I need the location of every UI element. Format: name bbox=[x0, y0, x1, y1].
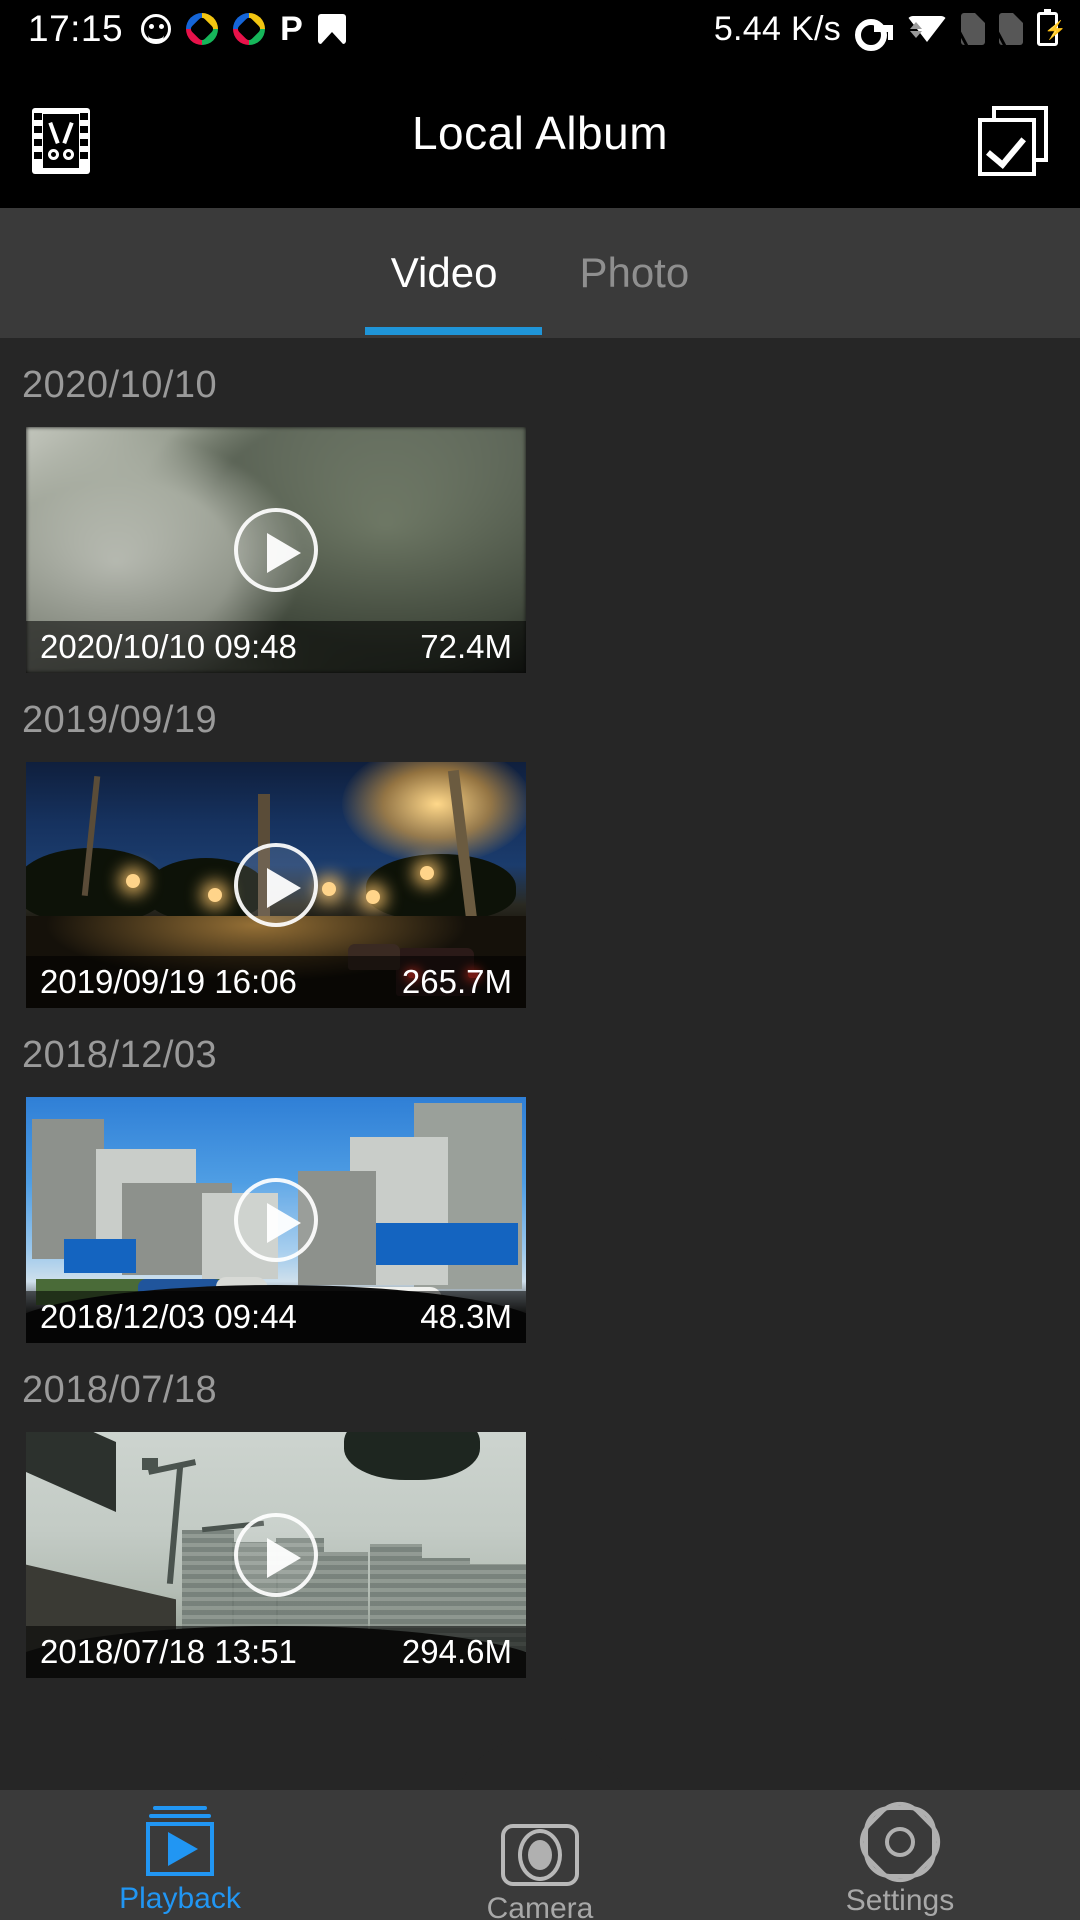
nav-item-settings[interactable]: Settings bbox=[800, 1790, 1000, 1918]
date-header: 2019/09/19 bbox=[22, 699, 218, 741]
pinwheel-logo-icon bbox=[186, 13, 219, 45]
pinwheel-logo-icon bbox=[233, 13, 266, 45]
smiley-icon bbox=[141, 14, 172, 44]
tab-active-indicator bbox=[365, 327, 542, 335]
status-right-icons: 5.44 K/s ⚡ bbox=[713, 9, 1066, 51]
date-group: 2020/10/10 2020/10/10 09:48 72.4M bbox=[0, 338, 1080, 673]
camera-icon bbox=[501, 1824, 579, 1886]
nav-item-playback[interactable]: Playback bbox=[80, 1790, 280, 1916]
play-icon[interactable] bbox=[234, 1513, 318, 1597]
thumbnail-info-bar: 2018/07/18 13:51 294.6M bbox=[26, 1626, 526, 1678]
date-header: 2020/10/10 bbox=[22, 364, 218, 406]
photo-icon bbox=[317, 14, 346, 44]
tab-bar: Video Photo bbox=[0, 208, 1080, 338]
video-filesize: 72.4M bbox=[420, 628, 512, 665]
video-thumbnail-item[interactable]: 2018/12/03 09:44 48.3M bbox=[26, 1097, 526, 1343]
thumbnail-info-bar: 2019/09/19 16:06 265.7M bbox=[26, 956, 526, 1008]
media-list[interactable]: 2020/10/10 2020/10/10 09:48 72.4M 2019/0… bbox=[0, 338, 1080, 1790]
wifi-icon bbox=[907, 14, 947, 44]
sim-card-off-icon bbox=[961, 13, 985, 45]
thumbnail-info-bar: 2018/12/03 09:44 48.3M bbox=[26, 1291, 526, 1343]
status-left-icons: P bbox=[141, 10, 346, 48]
playback-icon bbox=[142, 1806, 218, 1876]
app-screen: 17:15 P 5.44 K/s ⚡ Local Album Video Pho… bbox=[0, 0, 1080, 1920]
battery-charging-icon: ⚡ bbox=[1037, 9, 1066, 46]
date-header: 2018/12/03 bbox=[22, 1034, 218, 1076]
sim-card-off-icon bbox=[999, 13, 1023, 45]
status-clock: 17:15 bbox=[28, 8, 124, 49]
tab-video[interactable]: Video bbox=[381, 249, 508, 297]
date-header: 2018/07/18 bbox=[22, 1369, 218, 1411]
thumbnail-info-bar: 2020/10/10 09:48 72.4M bbox=[26, 621, 526, 673]
play-icon[interactable] bbox=[234, 843, 318, 927]
tab-photo[interactable]: Photo bbox=[569, 249, 699, 297]
video-filesize: 48.3M bbox=[420, 1298, 512, 1335]
video-timestamp: 2018/12/03 09:44 bbox=[40, 1298, 297, 1335]
nav-label-settings: Settings bbox=[845, 1884, 955, 1917]
app-header: Local Album bbox=[0, 58, 1080, 208]
nav-item-camera[interactable]: Camera bbox=[440, 1790, 640, 1920]
play-icon[interactable] bbox=[234, 1178, 318, 1262]
video-filesize: 294.6M bbox=[401, 1633, 512, 1670]
video-filesize: 265.7M bbox=[401, 963, 512, 1000]
video-thumbnail-item[interactable]: 2020/10/10 09:48 72.4M bbox=[26, 427, 526, 673]
vpn-key-icon bbox=[855, 19, 893, 51]
select-all-checkbox-icon[interactable] bbox=[978, 106, 1048, 176]
video-thumbnail-item[interactable]: 2019/09/19 16:06 265.7M bbox=[26, 762, 526, 1008]
video-timestamp: 2020/10/10 09:48 bbox=[40, 628, 297, 665]
play-icon[interactable] bbox=[234, 508, 318, 592]
nav-label-camera: Camera bbox=[486, 1892, 594, 1920]
page-title: Local Album bbox=[411, 107, 669, 159]
video-thumbnail-item[interactable]: 2018/07/18 13:51 294.6M bbox=[26, 1432, 526, 1678]
network-speed-label: 5.44 K/s bbox=[713, 9, 841, 48]
date-group: 2018/07/18 2018/07/18 13:51 294.6M bbox=[0, 1343, 1080, 1678]
gear-icon bbox=[849, 1791, 951, 1893]
date-group: 2018/12/03 2018/12/03 09:44 48.3M bbox=[0, 1008, 1080, 1343]
video-timestamp: 2019/09/19 16:06 bbox=[40, 963, 297, 1000]
status-bar: 17:15 P 5.44 K/s ⚡ bbox=[0, 0, 1080, 58]
nav-label-playback: Playback bbox=[119, 1882, 241, 1915]
letter-p-icon: P bbox=[280, 10, 303, 48]
date-group: 2019/09/19 2019/09/19 16:06 265.7M bbox=[0, 673, 1080, 1008]
video-timestamp: 2018/07/18 13:51 bbox=[40, 1633, 297, 1670]
bottom-nav: Playback Camera Settings bbox=[0, 1790, 1080, 1920]
